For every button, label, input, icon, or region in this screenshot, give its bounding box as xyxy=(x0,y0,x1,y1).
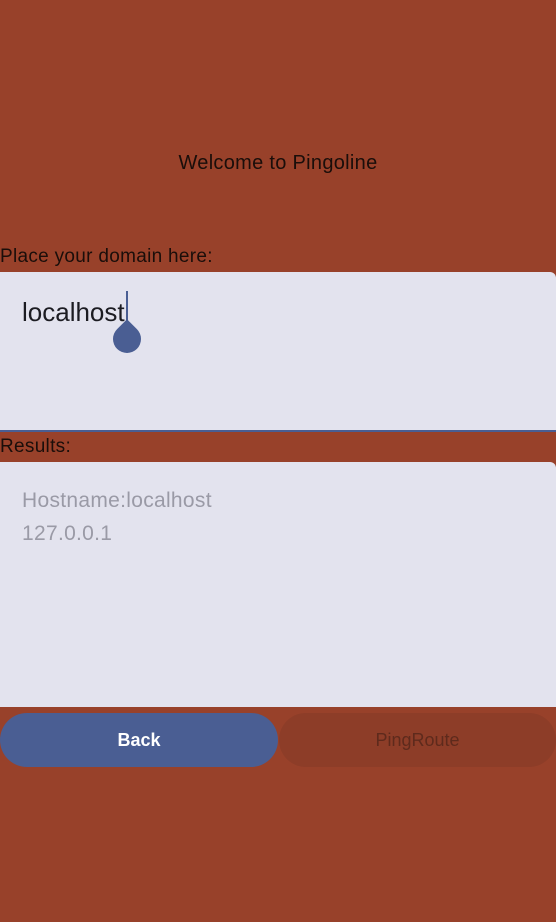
back-button[interactable]: Back xyxy=(0,713,278,767)
domain-value-text: localhost xyxy=(22,297,125,327)
results-box[interactable]: Hostname:localhost 127.0.0.1 xyxy=(0,462,556,707)
domain-input[interactable]: localhost xyxy=(0,272,556,432)
page-title: Welcome to Pingoline xyxy=(178,152,378,174)
result-line-hostname: Hostname:localhost xyxy=(22,489,212,512)
results-label: Results: xyxy=(0,436,72,457)
domain-input-value: localhost xyxy=(22,291,147,359)
result-line-ip: 127.0.0.1 xyxy=(22,522,113,545)
text-cursor xyxy=(106,291,147,359)
pingroute-button[interactable]: PingRoute xyxy=(279,713,556,767)
domain-label: Place your domain here: xyxy=(0,246,213,267)
